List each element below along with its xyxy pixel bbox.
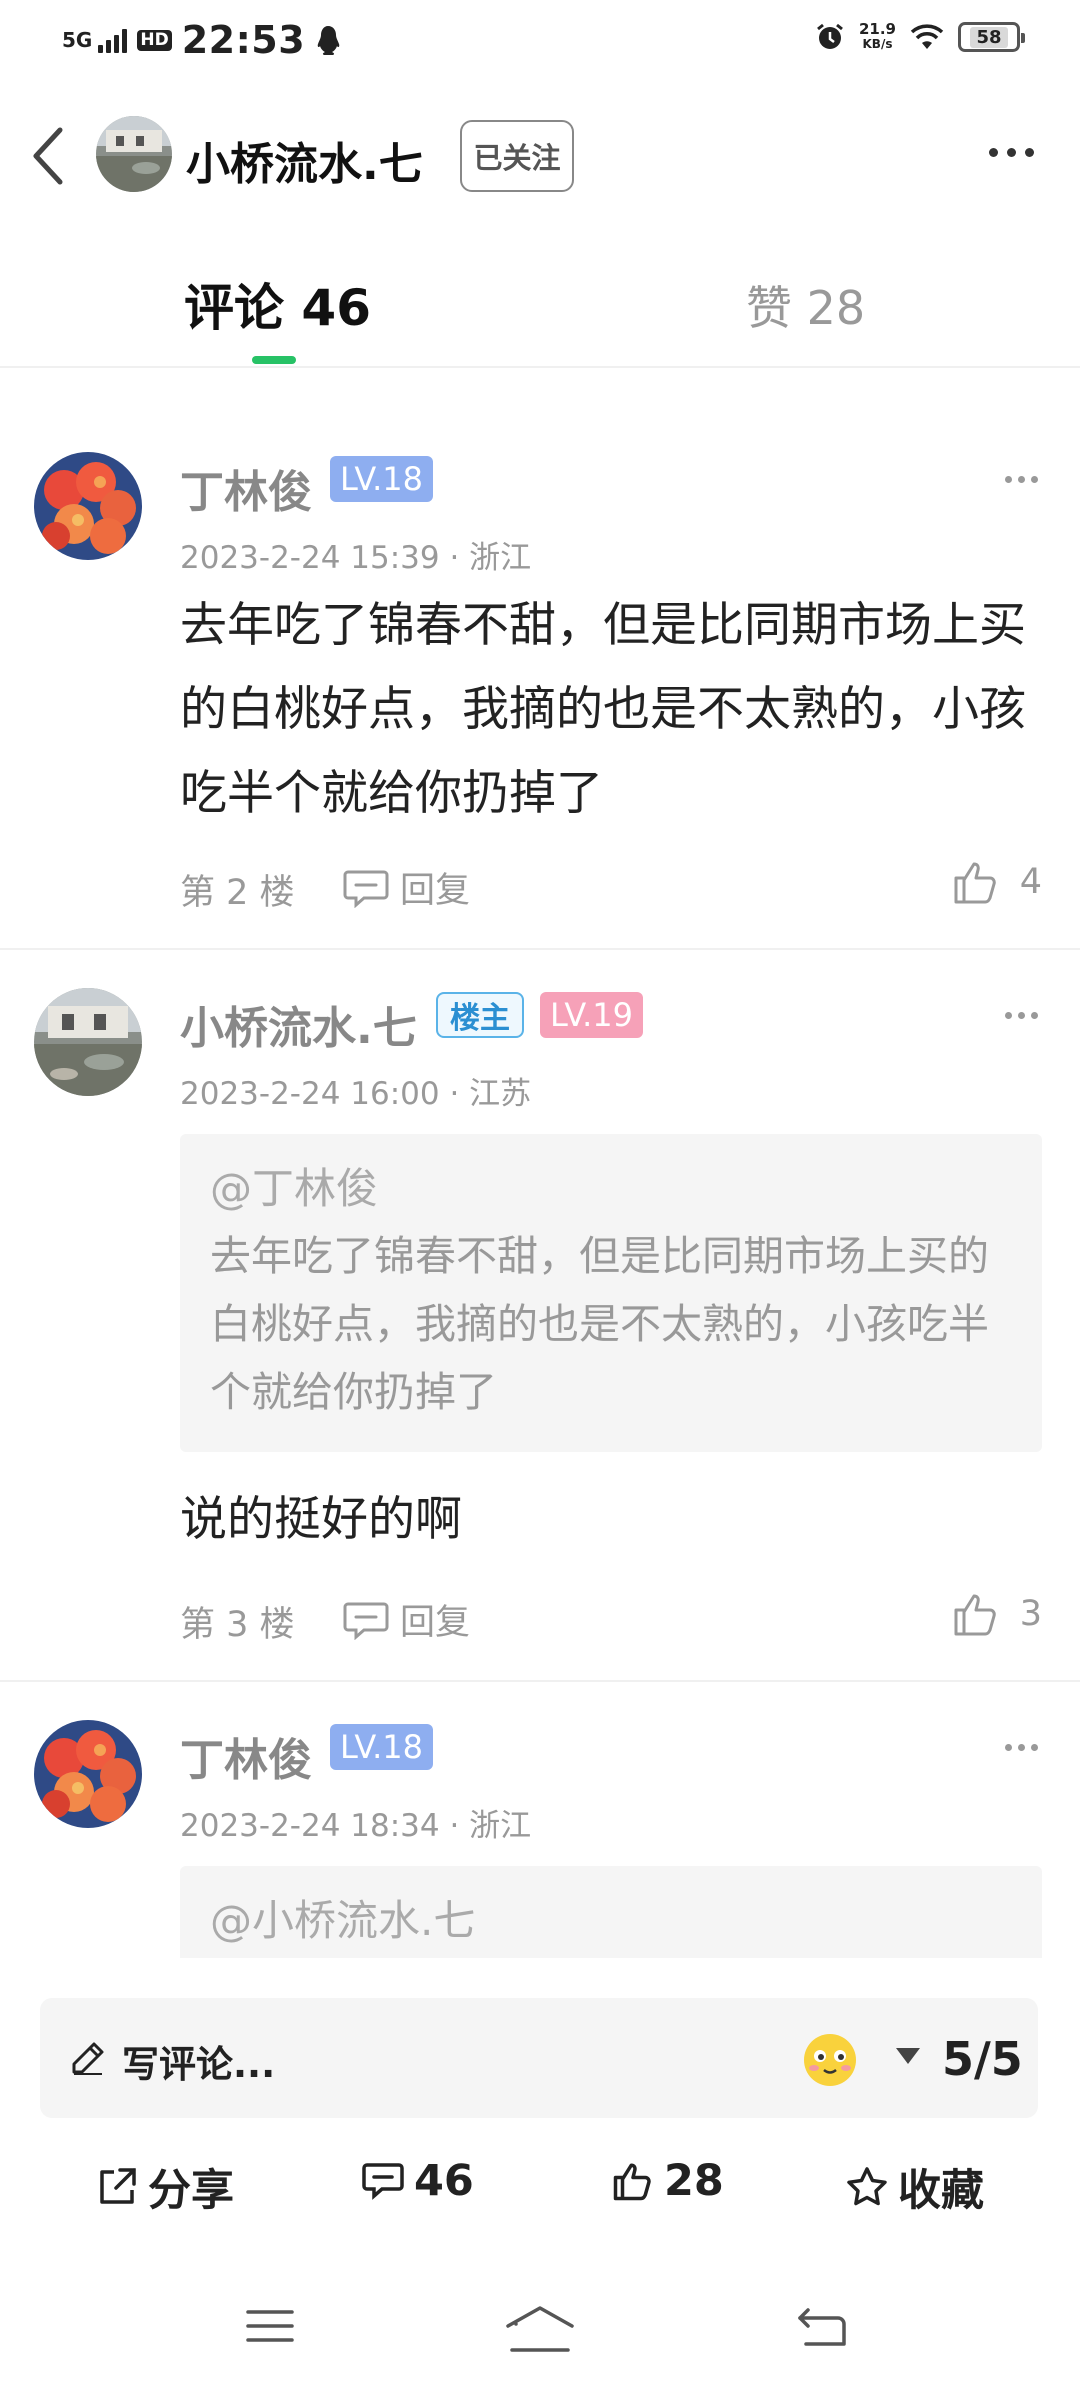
favorite-label: 收藏 — [898, 2166, 984, 2216]
reply-icon — [343, 1602, 389, 1640]
share-icon — [100, 2168, 136, 2204]
quoted-comment[interactable]: @小桥流水.七 — [180, 1866, 1042, 1958]
home-icon[interactable] — [504, 2304, 576, 2354]
comment-count: 46 — [414, 2156, 474, 2206]
commenter-name[interactable]: 丁林俊 — [180, 456, 312, 520]
comment-text: 去年吃了锦春不甜，但是比同期市场上买的白桃好点，我摘的也是不太熟的，小孩吃半个就… — [180, 598, 1026, 821]
comment-item: 丁林俊 LV.18 2023-2-24 15:39 · 浙江 去年吃了锦春不甜，… — [0, 440, 1080, 948]
like-post-button[interactable]: 28 — [612, 2156, 724, 2206]
system-nav-bar — [0, 2304, 1080, 2384]
qq-icon — [317, 26, 340, 55]
reply-button[interactable]: 回复 — [342, 1594, 470, 1645]
comment-item: 小桥流水.七 楼主 LV.19 2023-2-24 16:00 · 江苏 @丁林… — [0, 976, 1080, 1680]
author-name[interactable]: 小桥流水.七 — [186, 128, 423, 192]
comments-button[interactable]: 46 — [362, 2156, 474, 2206]
follow-button[interactable]: 已关注 — [460, 120, 574, 192]
quote-text: 去年吃了锦春不甜，但是比同期市场上买的白桃好点，我摘的也是不太熟的，小孩吃半个就… — [210, 1232, 989, 1416]
floor-number: 第 2 楼 — [180, 873, 295, 913]
quote-author: @丁林俊 — [210, 1164, 379, 1213]
hd-icon: HD — [137, 29, 172, 51]
pen-icon — [72, 2042, 104, 2075]
status-left: 5G HD 22:53 — [62, 18, 341, 62]
battery-icon: 58 — [958, 22, 1025, 52]
wifi-icon — [910, 24, 944, 49]
top-header: 小桥流水.七 已关注 — [0, 100, 1080, 212]
comment-more-icon[interactable] — [1005, 1744, 1038, 1751]
quoted-comment[interactable]: @丁林俊 去年吃了锦春不甜，但是比同期市场上买的白桃好点，我摘的也是不太熟的，小… — [180, 1134, 1042, 1452]
back-icon[interactable] — [794, 2304, 850, 2350]
input-placeholder: 写评论... — [122, 2043, 276, 2086]
network-type: 5G — [62, 28, 93, 52]
comment-input[interactable]: 写评论... 5/5 — [40, 1998, 1038, 2118]
tab-likes[interactable]: 赞 28 — [746, 272, 865, 338]
reply-label: 回复 — [400, 871, 471, 911]
comment-footer: 第 3 楼 回复 3 — [180, 1590, 1042, 1650]
active-tab-indicator — [252, 356, 296, 364]
star-icon — [847, 2167, 887, 2206]
comment-divider — [0, 1680, 1080, 1682]
like-button[interactable]: 3 — [952, 1590, 1042, 1638]
thumbs-up-icon — [954, 862, 996, 904]
comment-more-icon[interactable] — [1005, 1012, 1038, 1019]
reply-icon — [343, 870, 389, 908]
page-counter[interactable]: 5/5 — [942, 2032, 1023, 2086]
favorite-button[interactable]: 收藏 — [846, 2156, 984, 2218]
comment-text: 说的挺好的啊 — [180, 1492, 462, 1547]
menu-icon[interactable] — [244, 2304, 296, 2348]
more-options-icon[interactable] — [989, 148, 1034, 157]
comment-meta: 2023-2-24 15:39 · 浙江 — [180, 540, 532, 576]
status-bar: 5G HD 22:53 21.9 KB/s 58 — [0, 0, 1080, 82]
commenter-name[interactable]: 小桥流水.七 — [180, 992, 417, 1056]
floor-number: 第 3 楼 — [180, 1605, 295, 1645]
comment-meta: 2023-2-24 18:34 · 浙江 — [180, 1808, 532, 1844]
level-badge: LV.19 — [540, 992, 643, 1038]
comment-icon — [362, 2163, 404, 2200]
signal-icon — [98, 27, 128, 53]
speed-unit: KB/s — [862, 37, 893, 51]
page-dropdown-icon[interactable] — [896, 2048, 920, 2064]
commenter-avatar[interactable] — [34, 452, 142, 560]
owner-badge: 楼主 — [436, 992, 524, 1038]
thumbs-up-icon — [613, 2163, 651, 2201]
back-arrow-icon[interactable] — [26, 124, 74, 188]
status-right: 21.9 KB/s 58 — [815, 22, 1025, 52]
comment-item: 丁林俊 LV.18 2023-2-24 18:34 · 浙江 @小桥流水.七 — [0, 1708, 1080, 1958]
reply-button[interactable]: 回复 — [342, 862, 470, 913]
emoji-icon[interactable] — [800, 2028, 860, 2088]
like-button[interactable]: 4 — [952, 858, 1042, 906]
level-badge: LV.18 — [330, 456, 433, 502]
action-bar: 分享 46 28 收藏 — [0, 2156, 1080, 2236]
author-avatar[interactable] — [96, 116, 172, 192]
speed-value: 21.9 — [858, 20, 896, 38]
comment-more-icon[interactable] — [1005, 476, 1038, 483]
alarm-icon — [817, 23, 843, 49]
level-badge: LV.18 — [330, 1724, 433, 1770]
like-count: 4 — [1019, 862, 1042, 902]
thumbs-up-icon — [954, 1594, 996, 1636]
clock: 22:53 — [181, 18, 306, 62]
tab-comments[interactable]: 评论 46 — [184, 268, 371, 340]
tab-bar: 评论 46 赞 28 — [0, 248, 1080, 368]
commenter-avatar[interactable] — [34, 988, 142, 1096]
commenter-avatar[interactable] — [34, 1720, 142, 1828]
bottom-panel: 写评论... 5/5 分享 46 28 收藏 — [0, 1958, 1080, 2408]
like-count: 3 — [1019, 1594, 1042, 1634]
battery-level: 58 — [970, 26, 1008, 48]
comment-meta: 2023-2-24 16:00 · 江苏 — [180, 1076, 532, 1112]
share-label: 分享 — [148, 2166, 234, 2216]
commenter-name[interactable]: 丁林俊 — [180, 1724, 312, 1788]
share-button[interactable]: 分享 — [96, 2156, 234, 2218]
reply-label: 回复 — [400, 1603, 471, 1643]
comment-footer: 第 2 楼 回复 4 — [180, 858, 1042, 918]
like-post-count: 28 — [664, 2156, 724, 2206]
comment-divider — [0, 948, 1080, 950]
quote-author: @小桥流水.七 — [210, 1896, 476, 1945]
network-speed: 21.9 KB/s — [859, 22, 896, 52]
